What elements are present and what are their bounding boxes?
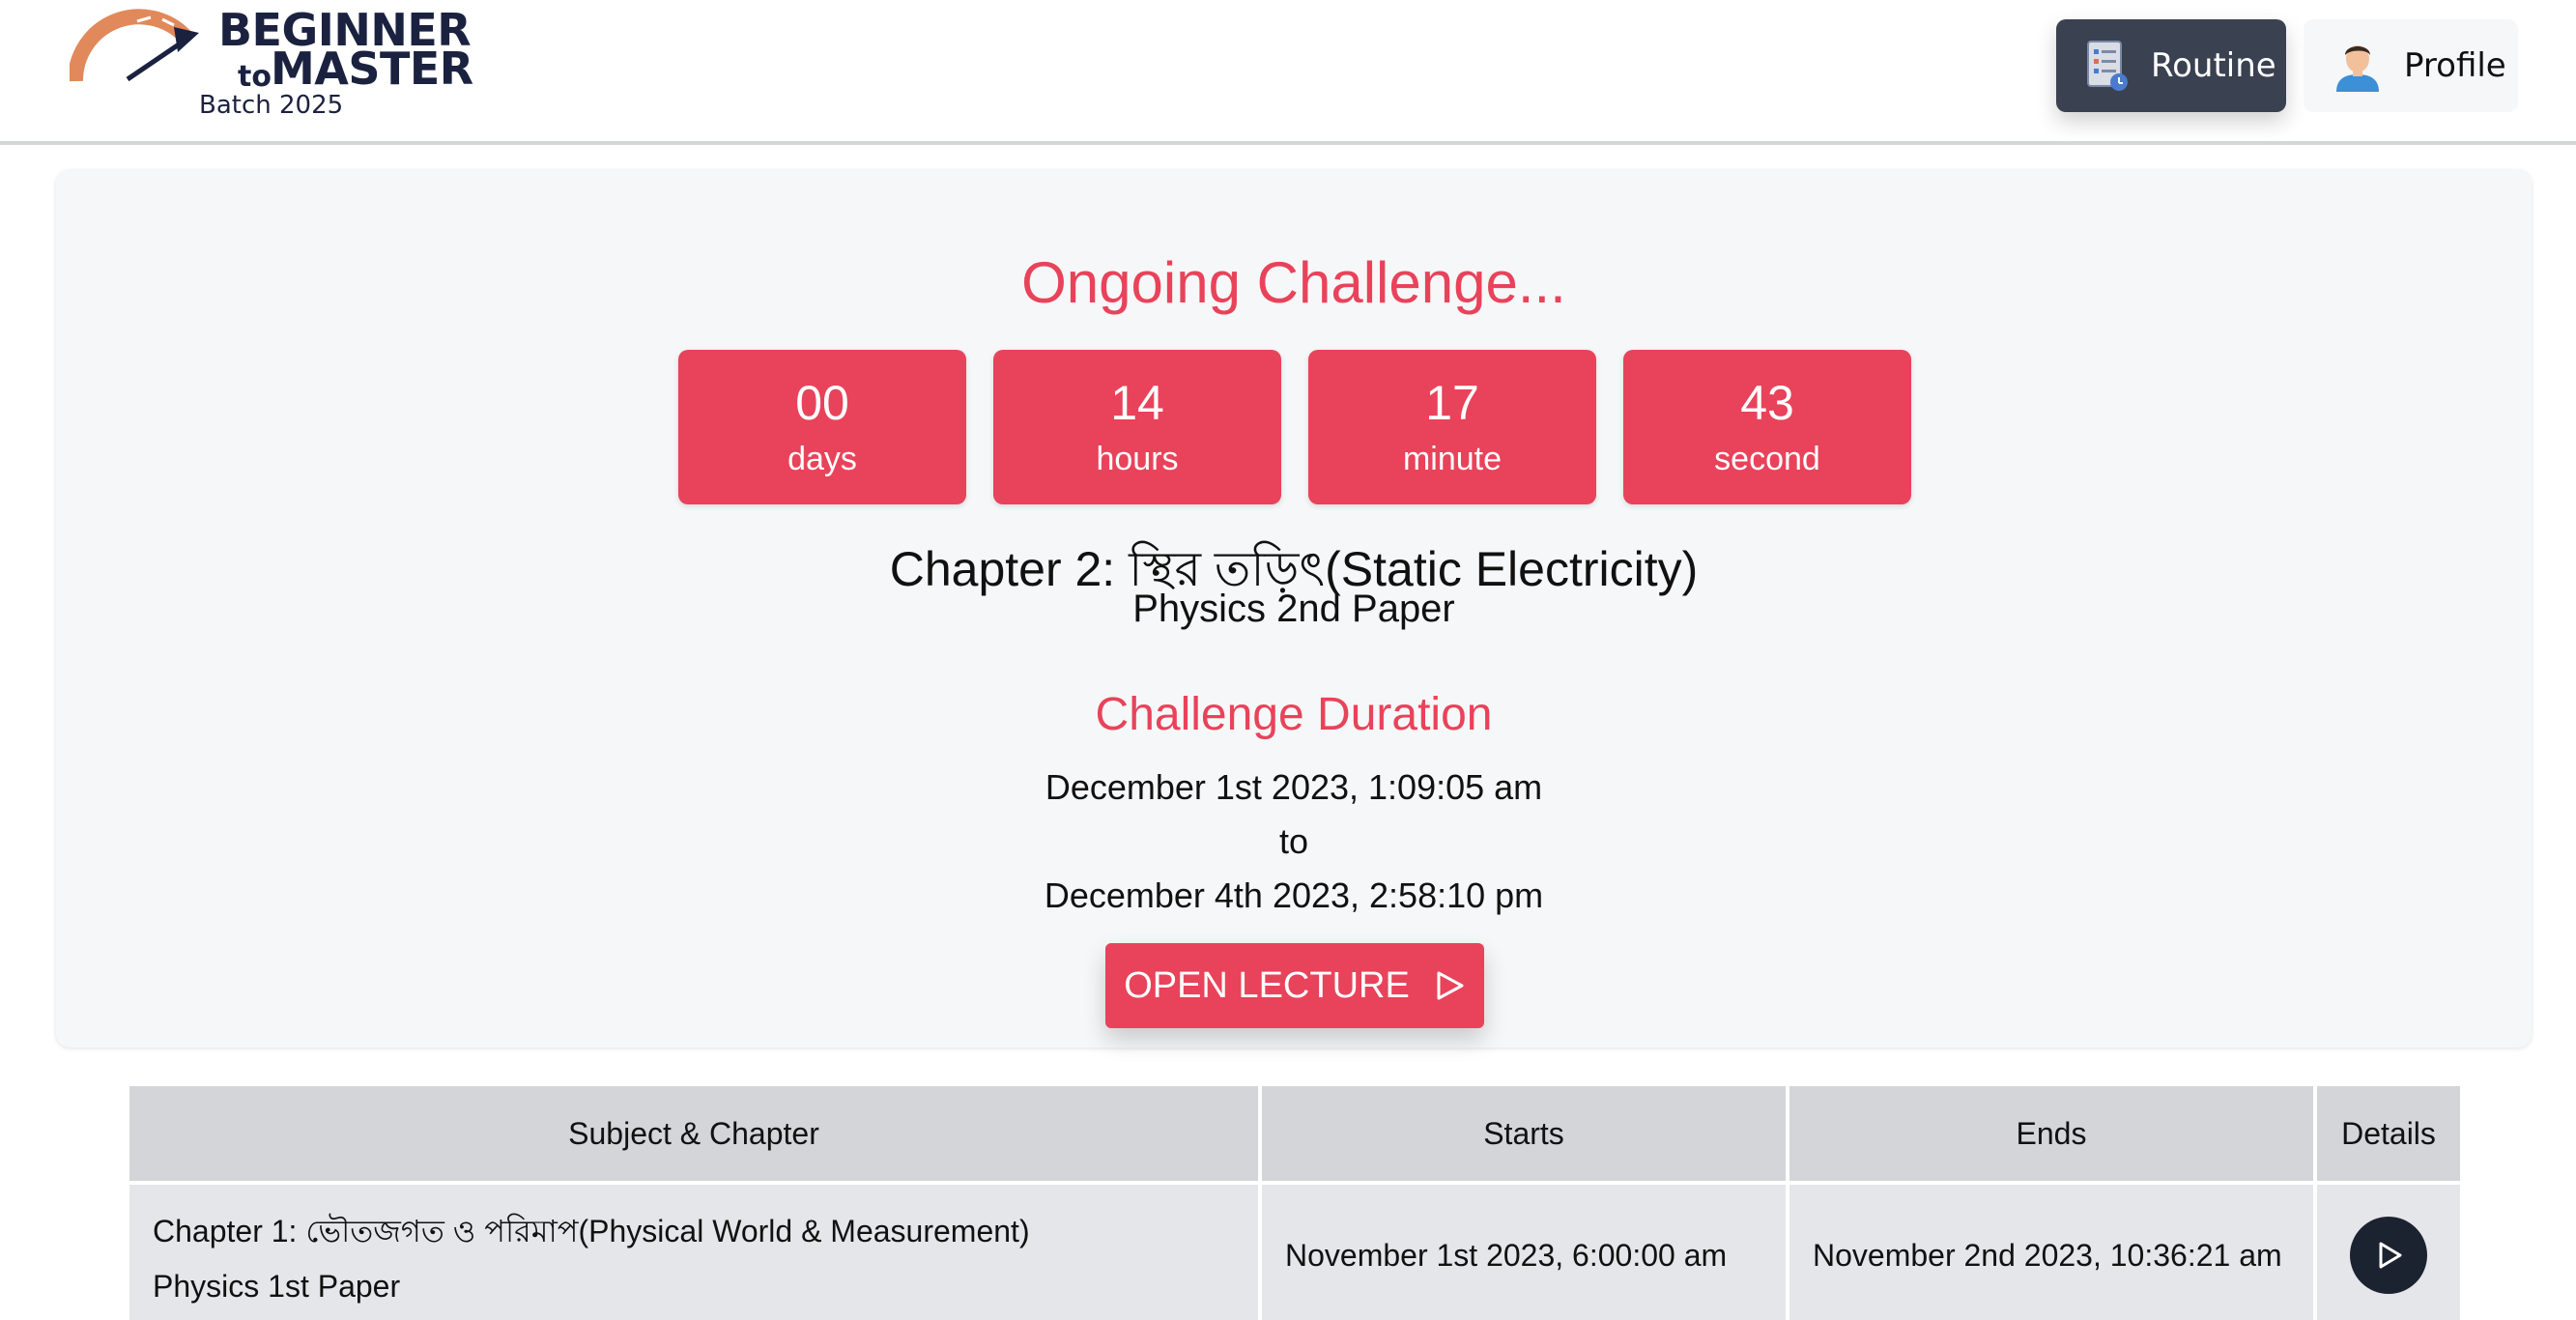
routine-button[interactable]: Routine	[2056, 19, 2286, 112]
column-header-subject: Subject & Chapter	[129, 1086, 1258, 1181]
row-paper: Physics 1st Paper	[153, 1268, 401, 1304]
countdown-days-value: 00	[795, 376, 849, 430]
column-header-starts: Starts	[1262, 1086, 1786, 1181]
countdown-seconds-value: 43	[1740, 376, 1794, 430]
row-ends: November 2nd 2023, 10:36:21 am	[1789, 1185, 2313, 1320]
document-list-icon	[2079, 37, 2133, 95]
play-outline-icon	[1433, 969, 1466, 1002]
challenge-paper: Physics 2nd Paper	[1132, 588, 1455, 630]
countdown-days: 00 days	[678, 350, 966, 504]
countdown-seconds-unit: second	[1714, 441, 1820, 477]
profile-button[interactable]: Profile	[2304, 19, 2518, 112]
user-avatar-icon	[2331, 37, 2385, 95]
logo-text-to: to	[238, 60, 272, 94]
countdown-days-unit: days	[787, 441, 857, 477]
top-header: BEGINNER to MASTER Batch 2025 Routine Pr…	[0, 0, 2576, 145]
speedometer-logo-icon	[70, 9, 199, 82]
countdown-minutes-value: 17	[1425, 376, 1479, 430]
countdown-seconds: 43 second	[1623, 350, 1911, 504]
column-header-details: Details	[2317, 1086, 2460, 1181]
details-button[interactable]	[2350, 1217, 2427, 1294]
routine-label: Routine	[2151, 46, 2276, 85]
column-header-ends: Ends	[1789, 1086, 2313, 1181]
countdown-hours-unit: hours	[1096, 441, 1179, 477]
logo-batch: Batch 2025	[199, 91, 344, 120]
logo-text-master: MASTER	[271, 43, 473, 95]
challenge-start-time: December 1st 2023, 1:09:05 am	[1045, 767, 1543, 807]
open-lecture-label: OPEN LECTURE	[1124, 964, 1410, 1006]
challenge-table: Subject & Chapter Starts Ends Details Ch…	[129, 1086, 2460, 1320]
challenge-duration-separator: to	[1278, 821, 1309, 861]
countdown-hours-value: 14	[1110, 376, 1164, 430]
row-chapter: Chapter 1: ভৌতজগত ও পরিমাপ(Physical Worl…	[153, 1213, 1030, 1248]
countdown-minutes: 17 minute	[1308, 350, 1596, 504]
challenge-end-time: December 4th 2023, 2:58:10 pm	[1044, 875, 1544, 915]
table-row-subject-cell: Chapter 1: ভৌতজগত ও পরিমাপ(Physical Worl…	[129, 1185, 1258, 1320]
play-circle-icon	[2379, 1242, 2402, 1269]
challenge-duration-title: Challenge Duration	[1095, 689, 1493, 740]
open-lecture-button[interactable]: OPEN LECTURE	[1105, 943, 1484, 1028]
row-starts: November 1st 2023, 6:00:00 am	[1262, 1185, 1786, 1320]
countdown-minutes-unit: minute	[1402, 441, 1503, 477]
row-details-cell	[2317, 1185, 2460, 1320]
brand-logo[interactable]: BEGINNER to MASTER Batch 2025	[70, 4, 475, 126]
ongoing-challenge-card: Ongoing Challenge... 00 days 14 hours 17…	[56, 170, 2532, 1047]
ongoing-challenge-heading: Ongoing Challenge...	[1021, 250, 1566, 315]
countdown-hours: 14 hours	[993, 350, 1281, 504]
profile-label: Profile	[2404, 46, 2506, 85]
